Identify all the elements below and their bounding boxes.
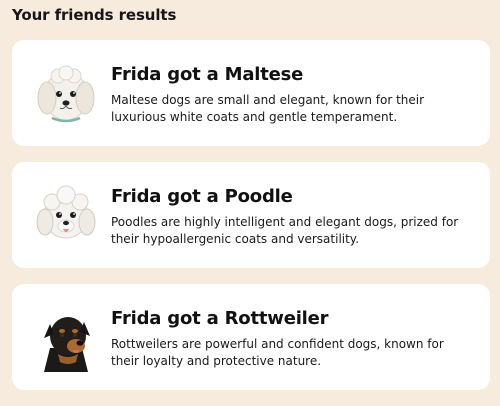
maltese-dog-icon [30,58,102,130]
poodle-dog-icon [30,180,102,252]
result-card-rottweiler[interactable]: Frida got a Rottweiler Rottweilers are p… [12,284,490,390]
result-card-maltese[interactable]: Frida got a Maltese Maltese dogs are sma… [12,40,490,146]
result-description: Poodles are highly intelligent and elega… [111,215,459,246]
result-card-poodle[interactable]: Frida got a Poodle Poodles are highly in… [12,162,490,268]
rottweiler-dog-icon [30,302,102,374]
result-title: Frida got a Rottweiler [111,308,329,329]
result-title: Frida got a Maltese [111,64,304,85]
result-description: Maltese dogs are small and elegant, know… [111,93,425,124]
result-title: Frida got a Poodle [111,186,293,207]
result-description: Rottweilers are powerful and confident d… [111,337,444,368]
section-title: Your friends results [12,6,177,24]
friends-results-page: Your friends results Frida got a Maltese… [0,0,500,406]
